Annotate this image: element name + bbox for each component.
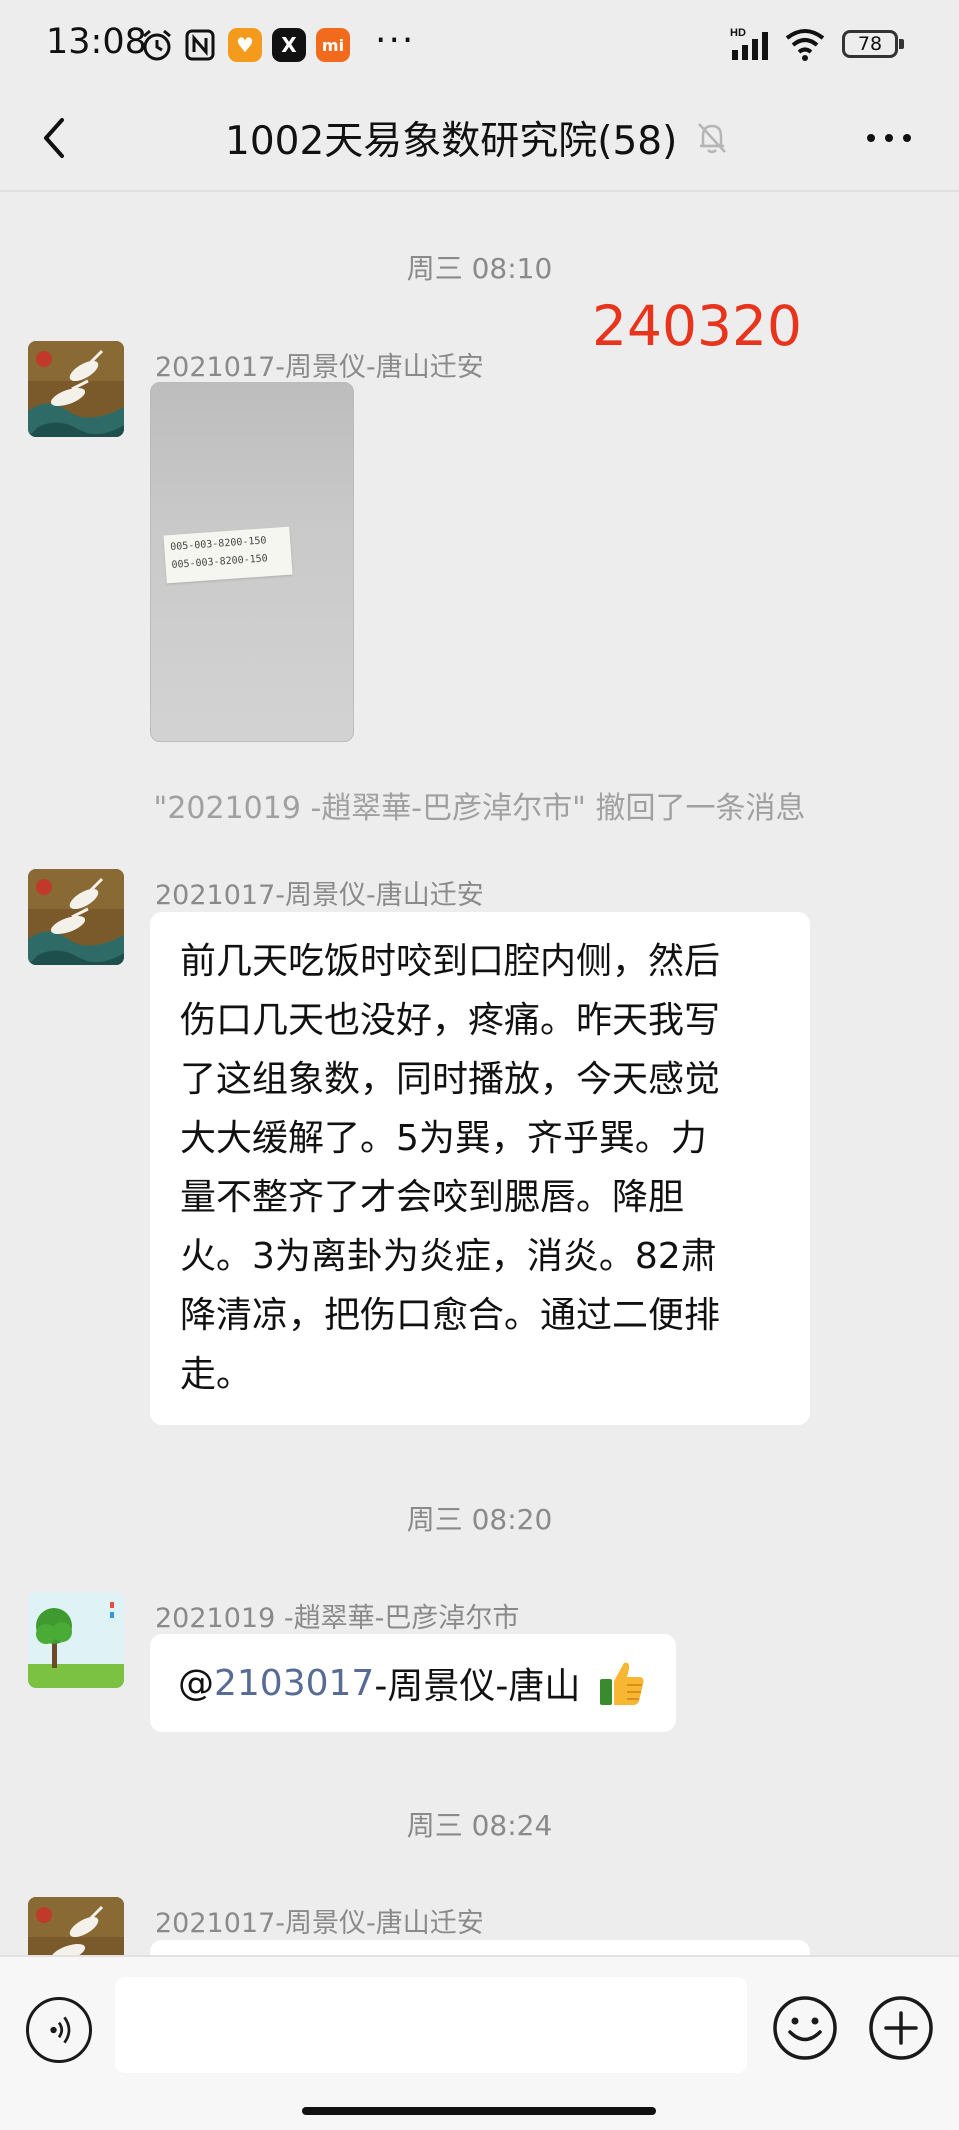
app-notification-icon: ♥ bbox=[228, 28, 262, 62]
photo-note-line: 005-003-8200-150 bbox=[171, 553, 269, 571]
date-annotation: 240320 bbox=[592, 294, 802, 358]
emoji-icon[interactable] bbox=[772, 1995, 838, 2061]
mention-at: @ bbox=[178, 1662, 214, 1704]
message-line: 走。 bbox=[180, 1354, 253, 1395]
timestamp: 周三 08:20 bbox=[406, 1503, 553, 1536]
message-bubble[interactable]: @2103017 -周景仪-唐山 bbox=[150, 1634, 677, 1732]
avatar[interactable] bbox=[28, 1897, 124, 1955]
nfc-icon bbox=[185, 29, 215, 61]
sender-name: 2021017-周景仪-唐山迁安 bbox=[155, 1908, 484, 1939]
recall-notice: "2021019 -趙翠華-巴彦淖尔市" 撤回了一条消息 bbox=[153, 791, 806, 826]
avatar[interactable] bbox=[28, 1592, 124, 1688]
signal-icon: HD bbox=[730, 27, 768, 60]
message-line: 前几天吃饭时咬到口腔内侧，然后 bbox=[180, 941, 721, 982]
status-bar: 13:08 ♥ X mi ··· HD 78 bbox=[0, 0, 959, 92]
add-more-icon[interactable] bbox=[868, 1995, 934, 2061]
mute-bell-icon bbox=[698, 123, 727, 154]
message-input[interactable] bbox=[115, 1977, 747, 2073]
message-text: -周景仪-唐山 bbox=[374, 1666, 581, 1707]
sender-name: 2021017-周景仪-唐山迁安 bbox=[155, 352, 484, 383]
message-line: 火。3为离卦为炎症，消炎。82肃 bbox=[180, 1236, 717, 1277]
thumbs-up-emoji-icon bbox=[600, 1662, 644, 1705]
more-notifications-icon: ··· bbox=[375, 20, 416, 61]
message-bubble[interactable] bbox=[150, 1940, 810, 1955]
mention-link[interactable]: 2103017 bbox=[214, 1663, 374, 1704]
timestamp: 周三 08:24 bbox=[406, 1809, 553, 1842]
sender-name: 2021017-周景仪-唐山迁安 bbox=[155, 880, 484, 911]
status-time: 13:08 bbox=[46, 22, 147, 62]
battery-tip bbox=[899, 39, 904, 49]
photo-message[interactable]: 005-003-8200-150 005-003-8200-150 bbox=[150, 382, 354, 742]
capcut-icon: X bbox=[272, 28, 306, 62]
voice-input-icon[interactable] bbox=[26, 1997, 92, 2063]
back-icon[interactable] bbox=[34, 108, 74, 168]
wifi-icon bbox=[785, 29, 825, 61]
avatar[interactable] bbox=[28, 341, 124, 437]
timestamp: 周三 08:10 bbox=[406, 252, 553, 285]
avatar[interactable] bbox=[28, 869, 124, 965]
chat-title: 1002天易象数研究院(58) bbox=[225, 119, 678, 164]
home-indicator[interactable] bbox=[302, 2107, 656, 2115]
sender-name: 2021019 -趙翠華-巴彦淖尔市 bbox=[155, 1603, 520, 1634]
battery-icon: 78 bbox=[842, 30, 898, 58]
alarm-icon bbox=[143, 29, 171, 61]
message-bubble[interactable]: 前几天吃饭时咬到口腔内侧，然后 伤口几天也没好，疼痛。昨天我写 了这组象数，同时… bbox=[150, 912, 810, 1425]
more-options-icon[interactable] bbox=[859, 118, 919, 158]
photo-note-line: 005-003-8200-150 bbox=[169, 535, 267, 553]
svg-text:HD: HD bbox=[730, 27, 746, 39]
photo-note: 005-003-8200-150 005-003-8200-150 bbox=[163, 526, 293, 584]
message-line: 了这组象数，同时播放，今天感觉 bbox=[180, 1059, 721, 1100]
header-divider bbox=[0, 190, 959, 192]
message-line: 伤口几天也没好，疼痛。昨天我写 bbox=[180, 1000, 721, 1041]
message-line: 大大缓解了。5为巽，齐乎巽。力 bbox=[180, 1118, 707, 1159]
mi-icon: mi bbox=[316, 28, 350, 62]
message-line: 量不整齐了才会咬到腮唇。降胆 bbox=[180, 1177, 685, 1218]
message-line: 降清凉，把伤口愈合。通过二便排 bbox=[180, 1295, 721, 1336]
input-bar bbox=[0, 1955, 959, 2130]
chat-header: 1002天易象数研究院(58) bbox=[0, 92, 959, 192]
